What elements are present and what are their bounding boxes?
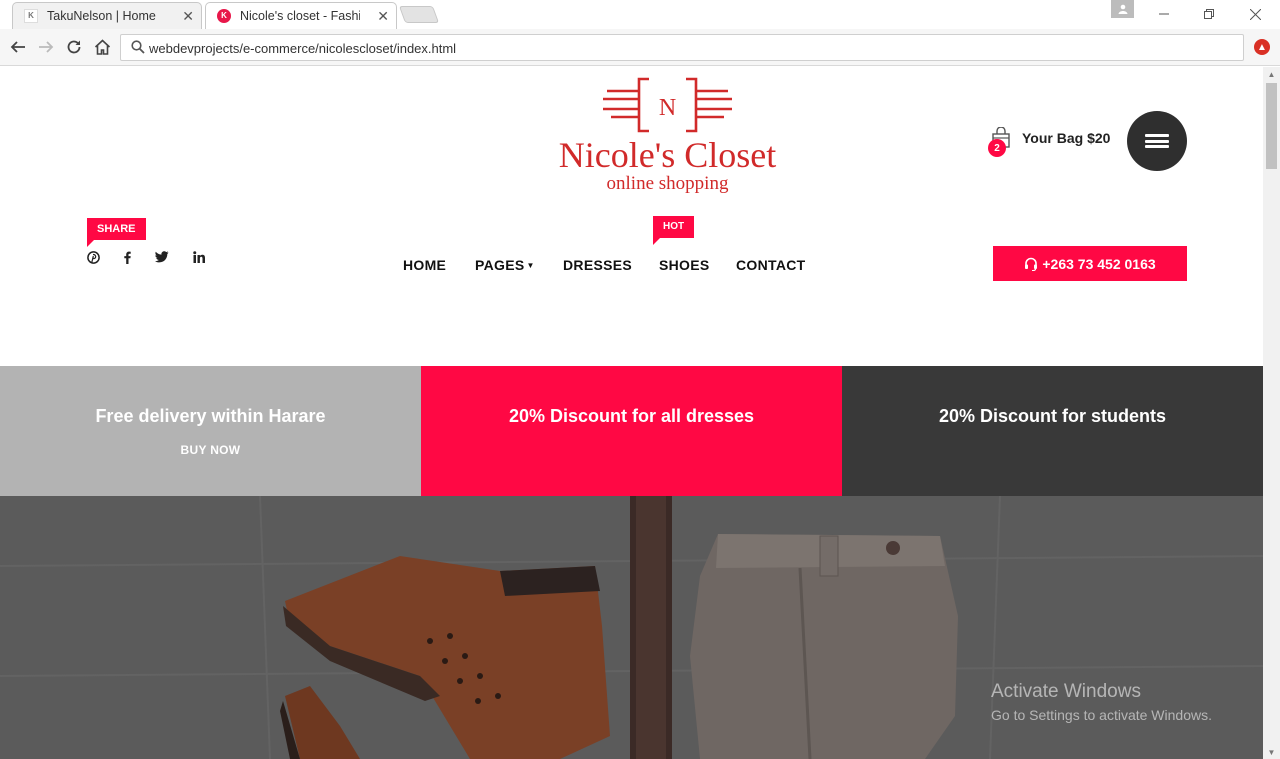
vertical-scrollbar[interactable]: ▲ ▼ [1263, 67, 1280, 759]
promo-title: Free delivery within Harare [95, 405, 326, 426]
browser-toolbar: ▲ [0, 29, 1280, 66]
bag-count-badge: 2 [988, 139, 1006, 157]
buy-now-link[interactable]: BUY NOW [181, 443, 241, 457]
browser-tab-takunelson[interactable]: K TakuNelson | Home ✕ [12, 2, 202, 29]
hot-badge: HOT [653, 216, 695, 245]
tab-favicon-icon: K [217, 8, 231, 23]
tab-close-icon[interactable]: ✕ [182, 8, 194, 25]
phone-number: +263 73 452 0163 [1042, 255, 1156, 272]
headset-icon [1025, 257, 1038, 271]
tab-title: TakuNelson | Home [47, 8, 156, 23]
hamburger-menu-button[interactable] [1127, 111, 1187, 171]
logo-name: Nicole's Closet [558, 135, 777, 175]
bag-total-label: Your Bag $20 [1022, 130, 1111, 146]
promo-title: 20% Discount for all dresses [508, 405, 755, 426]
extension-icon[interactable]: ▲ [1254, 39, 1270, 55]
scroll-up-icon[interactable]: ▲ [1263, 67, 1280, 81]
back-icon[interactable] [6, 35, 30, 59]
nav-item-label: PAGES [475, 257, 525, 273]
nav-item-home[interactable]: HOME [403, 257, 446, 273]
search-icon [131, 40, 145, 54]
restore-window-icon[interactable] [1186, 0, 1232, 28]
close-window-icon[interactable] [1232, 0, 1278, 28]
twitter-icon[interactable] [155, 250, 169, 264]
nav-item-pages[interactable]: PAGES ▼ [475, 257, 535, 273]
hamburger-icon [1145, 132, 1169, 151]
pinterest-icon[interactable] [86, 250, 100, 264]
windows-activation-watermark: Activate Windows Go to Settings to activ… [991, 681, 1212, 723]
promo-title: 20% Discount for students [938, 405, 1167, 426]
logo-mark-icon: N [603, 77, 732, 133]
tab-close-icon[interactable]: ✕ [377, 8, 389, 25]
watermark-title: Activate Windows [991, 681, 1141, 702]
tab-favicon-icon: K [24, 8, 38, 23]
profile-icon[interactable] [1111, 0, 1134, 18]
new-tab-button[interactable] [398, 6, 440, 23]
svg-text:N: N [659, 95, 676, 121]
linkedin-icon[interactable] [192, 250, 206, 264]
promo-students-discount: 20% Discount for students [842, 366, 1263, 496]
watermark-subtitle: Go to Settings to activate Windows. [991, 707, 1212, 723]
bag-icon: 2 [988, 126, 1012, 157]
address-bar[interactable] [120, 34, 1244, 61]
nav-item-dresses[interactable]: DRESSES [563, 257, 632, 273]
home-icon[interactable] [90, 35, 114, 59]
scroll-thumb[interactable] [1266, 83, 1277, 169]
forward-icon[interactable] [34, 35, 58, 59]
scroll-down-icon[interactable]: ▼ [1263, 745, 1280, 759]
shopping-bag[interactable]: 2 Your Bag $20 [988, 126, 1111, 157]
browser-tab-bar: K TakuNelson | Home ✕ K Nicole's closet … [0, 0, 1280, 29]
url-input[interactable] [149, 38, 1229, 58]
nav-item-shoes[interactable]: SHOES [659, 257, 710, 273]
minimize-window-icon[interactable] [1141, 0, 1187, 28]
logo-tagline: online shopping [606, 173, 729, 194]
site-logo[interactable]: N Nicole's Closet online shopping [545, 75, 790, 195]
page-viewport: N Nicole's Closet online shopping 2 Your… [0, 67, 1263, 759]
promo-free-delivery: Free delivery within Harare BUY NOW [0, 366, 421, 496]
tab-title: Nicole's closet - Fashion [240, 8, 360, 23]
browser-tab-nicoles-closet[interactable]: K Nicole's closet - Fashion ✕ [205, 2, 397, 29]
phone-button[interactable]: +263 73 452 0163 [993, 246, 1187, 281]
share-badge: SHARE [87, 218, 146, 247]
facebook-icon[interactable] [120, 250, 134, 264]
reload-icon[interactable] [62, 35, 86, 59]
nav-item-contact[interactable]: CONTACT [736, 257, 806, 273]
caret-down-icon: ▼ [526, 261, 535, 270]
promo-dresses-discount: 20% Discount for all dresses [421, 366, 842, 496]
